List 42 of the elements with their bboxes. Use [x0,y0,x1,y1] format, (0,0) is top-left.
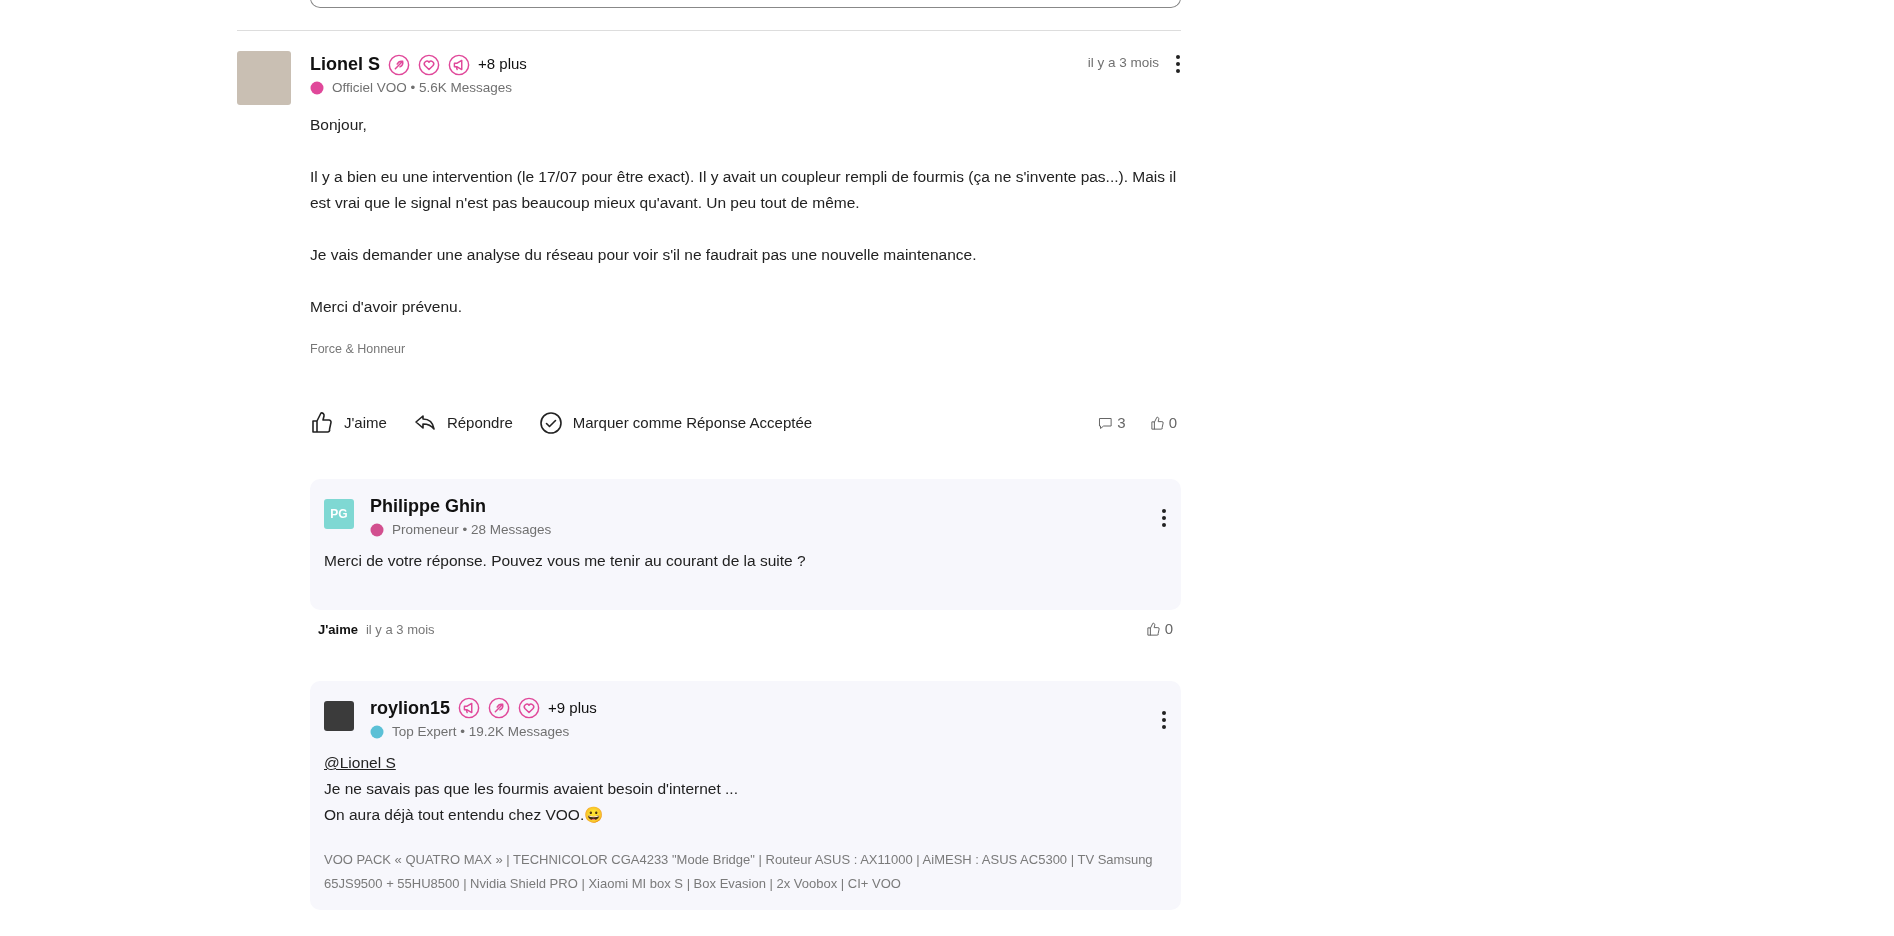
badge-megaphone-icon [448,53,470,76]
post-time: il y a 3 mois [1087,53,1159,72]
likes-count[interactable]: 0 [1145,618,1173,641]
photo-placeholder [237,51,291,105]
accept-action-button[interactable]: Marquer comme Réponse Acceptée [538,411,813,435]
check-circle-icon [538,411,563,435]
like-action-button[interactable]: J'aime [310,411,387,435]
mention-link[interactable]: @Lionel S [324,754,396,771]
more-badges-link[interactable]: +8 plus [478,53,527,76]
comment-icon [1098,415,1114,431]
user-name[interactable]: Philippe Ghin [370,493,486,520]
badge-megaphone-icon [458,697,481,720]
reply-text: Je ne savais pas que les fourmis avaient besoin d'internet ... [324,779,739,799]
avatar-initials: PG [324,499,354,529]
user-name[interactable]: roylion15 [370,694,451,722]
likes-count[interactable]: 0 [1149,411,1177,435]
kebab-icon [1161,709,1167,730]
like-button[interactable]: J'aime [318,619,358,640]
more-badges-link[interactable]: +9 plus [548,697,597,720]
reply-text: Merci de votre réponse. Pouvez vous me tenir au courant de la suite ? [324,551,807,572]
photo-placeholder [324,700,354,731]
badge-quill-icon [388,53,410,76]
reply-time: il y a 3 mois [365,620,435,639]
user-name[interactable]: Lionel S [310,51,380,78]
post-paragraph: Il y a bien eu une intervention (le 17/07 pour être exact). Il y avait un coupleur rempli de fourmis (ça ne s'invente pas...). Mais il est vrai que le signal n'est pas beaucoup mieux qu'avant. Un peu tout de même. [310,167,1178,214]
thumbs-up-icon [310,411,334,435]
reply-signature: VOO PACK « QUATRO MAX » | TECHNICOLOR CGA4233 "Mode Bridge" | Routeur ASUS : AX11000 | AiMESH : ASUS AC5300 | TV Samsung 65JS9500 + 55HU8500 | Nvidia Shield PRO | Xiaomi MI box S | Box Evasion | 2x Voobox | CI+ VOO [324,851,1154,893]
user-meta: Officiel VOO • 5.6K Messages [332,79,513,97]
kebab-icon [1175,53,1181,74]
post-paragraph: Bonjour, [310,115,368,136]
user-meta: Top Expert • 19.2K Messages [392,722,570,741]
badge-quill-icon [488,697,511,720]
post-paragraph: Merci d'avoir prévenu. [310,297,463,318]
reply-action-button[interactable]: Répondre [412,411,513,435]
thumbs-up-icon [1145,622,1161,637]
comments-count[interactable]: 3 [1098,411,1126,435]
post-paragraph: Je vais demander une analyse du réseau pour voir s'il ne faudrait pas une nouvelle maintenance. [310,245,978,266]
kebab-icon [1161,507,1167,528]
thumbs-up-icon [1149,415,1165,431]
user-meta: Promeneur • 28 Messages [392,521,552,539]
reply-text: On aura déjà tout entendu chez VOO.😀 [324,805,605,825]
post-signature: Force & Honneur [310,341,407,359]
